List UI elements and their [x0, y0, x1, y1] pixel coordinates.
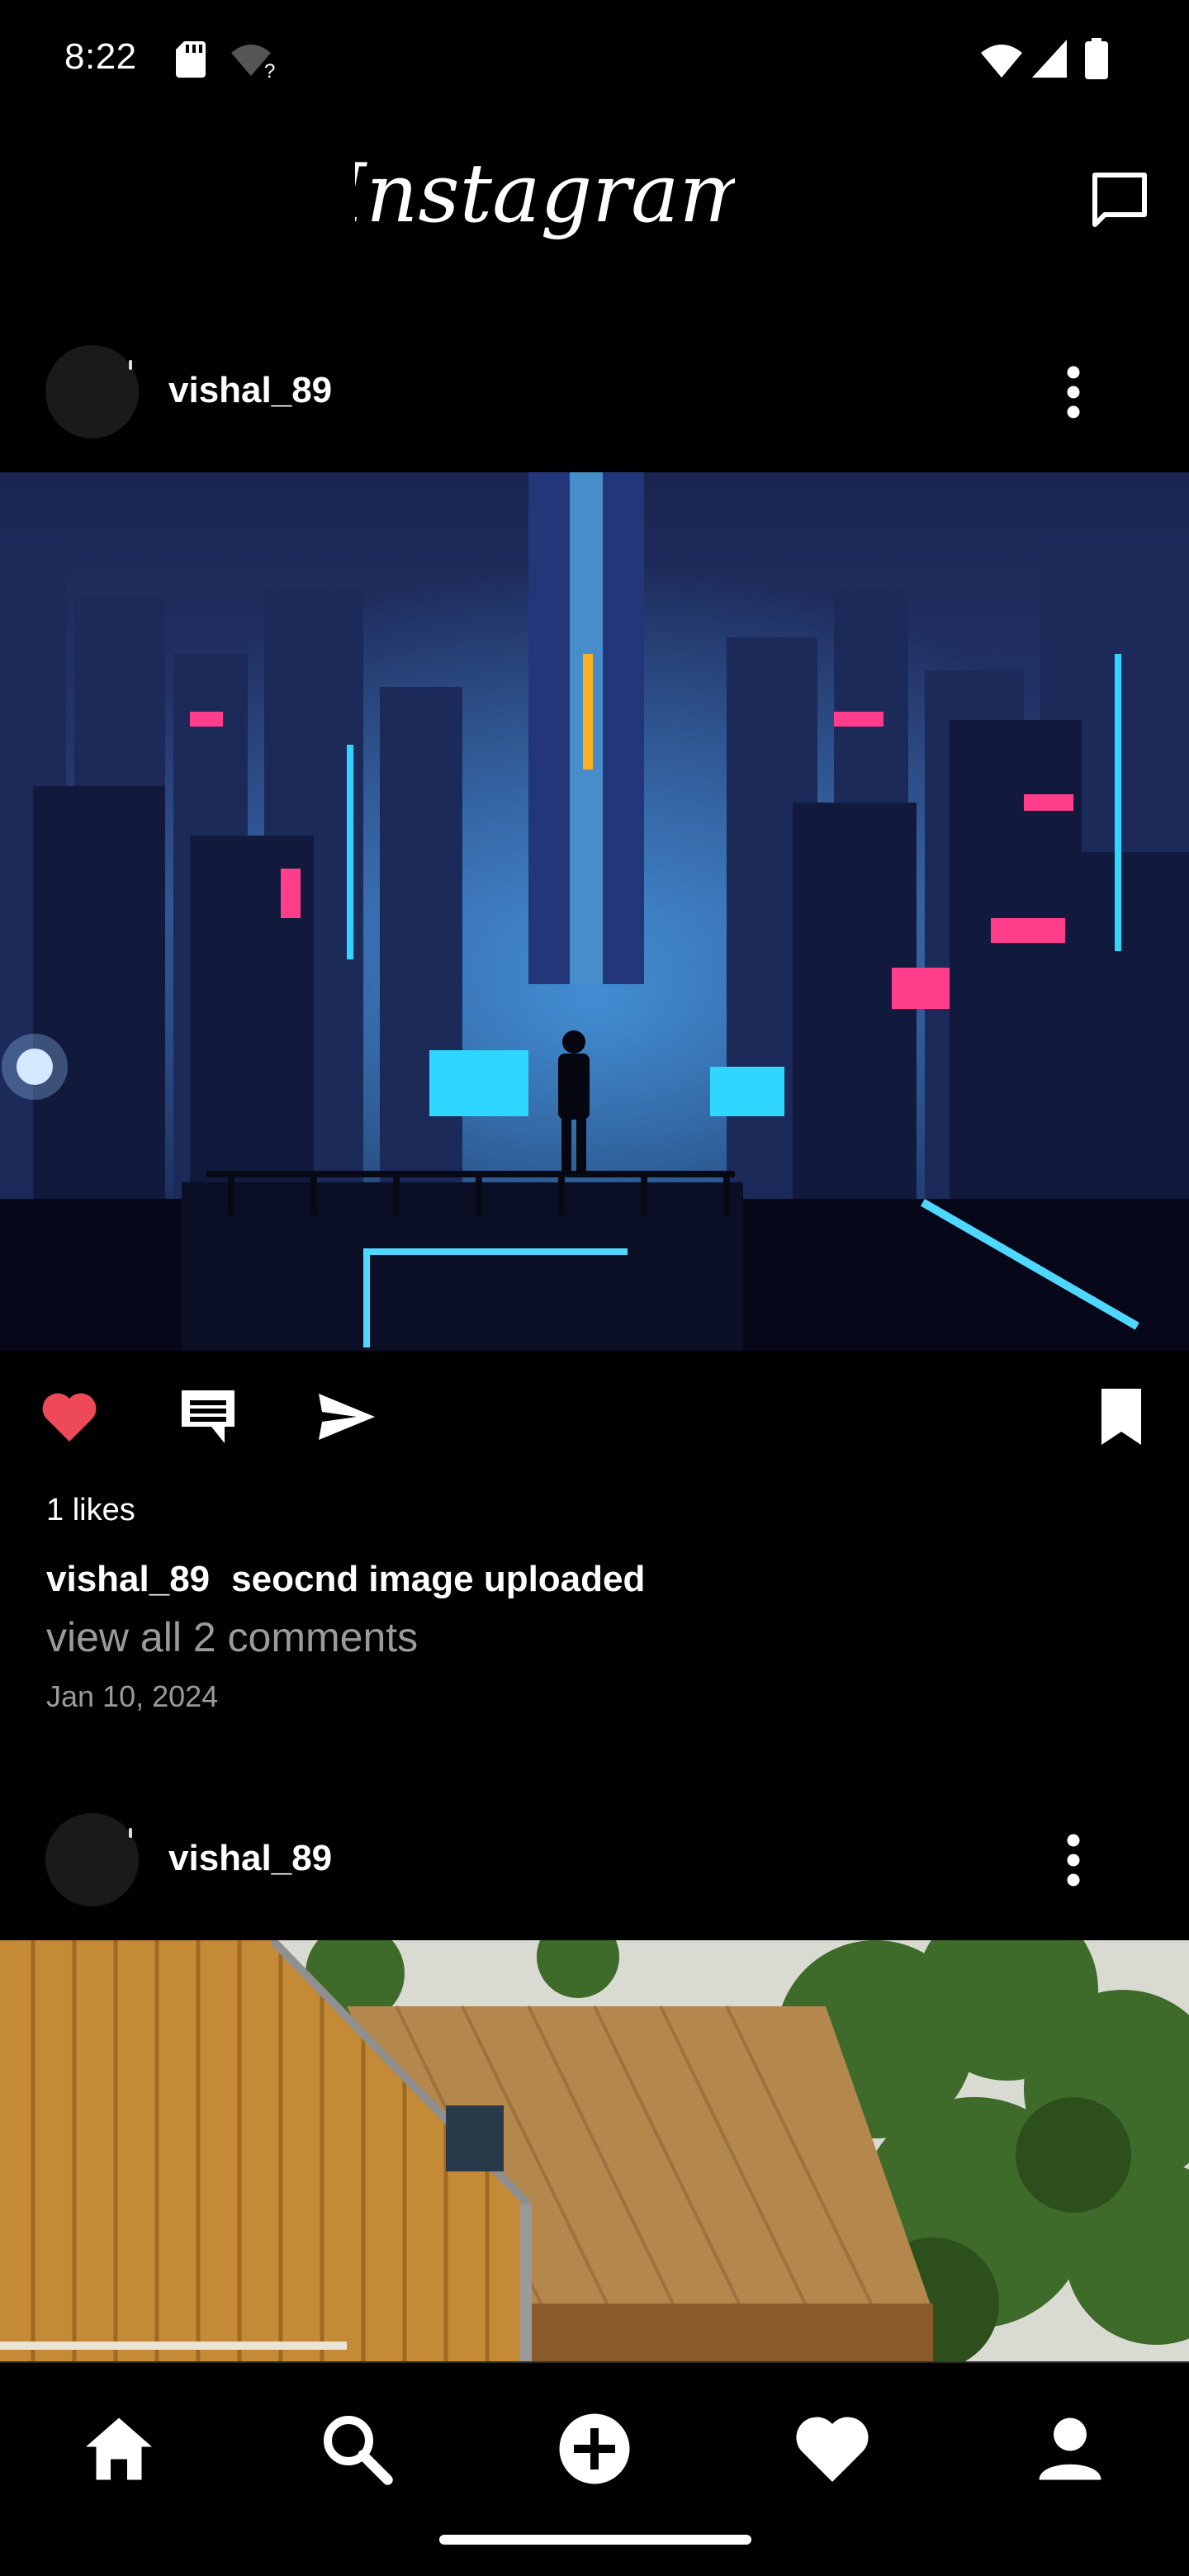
battery-icon [1085, 38, 1108, 79]
likes-count[interactable]: 1 likes [46, 1493, 135, 1528]
nav-divider [0, 2361, 1189, 2363]
profile-icon[interactable] [1029, 2408, 1111, 2490]
signal-icon [1032, 40, 1067, 78]
view-comments-link[interactable]: view all 2 comments [46, 1613, 418, 1661]
home-indicator[interactable] [439, 2535, 751, 2545]
post-date: Jan 10, 2024 [46, 1679, 219, 1713]
bookmark-icon[interactable] [1088, 1384, 1154, 1450]
direct-message-icon[interactable] [1087, 167, 1153, 233]
add-post-icon[interactable] [553, 2408, 636, 2490]
share-icon[interactable] [314, 1384, 380, 1450]
post-caption: vishal_89 seocnd image uploaded [46, 1559, 645, 1600]
status-time: 8:22 [64, 36, 137, 77]
more-options-icon[interactable] [1059, 1833, 1088, 1887]
wifi-unknown-icon: ? [231, 45, 275, 79]
svg-text:?: ? [264, 60, 275, 79]
wooden-house-image [0, 1940, 1189, 2361]
comment-icon[interactable] [175, 1384, 241, 1450]
more-options-icon[interactable] [1059, 365, 1088, 419]
instagram-logo: Instagram [355, 147, 735, 241]
post-image[interactable] [0, 1940, 1189, 2361]
post-header: vishal_89 [0, 1798, 1189, 1924]
city-night-image [0, 472, 1189, 1351]
bottom-nav [0, 2361, 1189, 2576]
caption-text: seocnd image uploaded [231, 1559, 646, 1599]
search-icon[interactable] [315, 2408, 398, 2490]
logo-text: Instagram [355, 147, 735, 241]
caption-username[interactable]: vishal_89 [46, 1559, 210, 1599]
home-icon[interactable] [78, 2408, 160, 2490]
post-header: vishal_89 [0, 330, 1189, 456]
avatar[interactable] [45, 345, 139, 438]
avatar[interactable] [45, 1813, 139, 1906]
like-icon[interactable] [36, 1384, 102, 1450]
wifi-icon [981, 45, 1022, 78]
status-bar: 8:22 ? [0, 0, 1189, 124]
sd-card-icon [176, 41, 206, 78]
post-image[interactable] [0, 472, 1189, 1351]
post-username[interactable]: vishal_89 [168, 370, 332, 411]
likes-icon[interactable] [791, 2408, 874, 2490]
post-username[interactable]: vishal_89 [168, 1838, 332, 1879]
